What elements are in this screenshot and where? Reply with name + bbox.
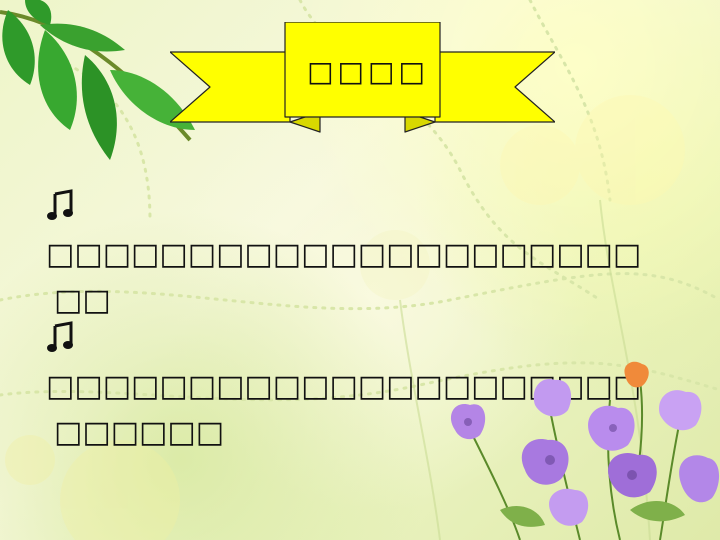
music-note-icon bbox=[47, 321, 73, 352]
bullet-item-1: □□□□□□□□□□□□□□□□□□□□□ □□ bbox=[46, 186, 641, 324]
slide: □□□□ □□□□□□□□□□□□□□□□□□□□□ □□ □□□□□□□□□□… bbox=[0, 0, 720, 540]
flowers-decoration bbox=[450, 361, 720, 540]
bullet-1-line-1: □□□□□□□□□□□□□□□□□□□□□ bbox=[46, 237, 642, 272]
music-note-icon bbox=[47, 189, 73, 220]
banner-title: □□□□ bbox=[307, 55, 429, 88]
